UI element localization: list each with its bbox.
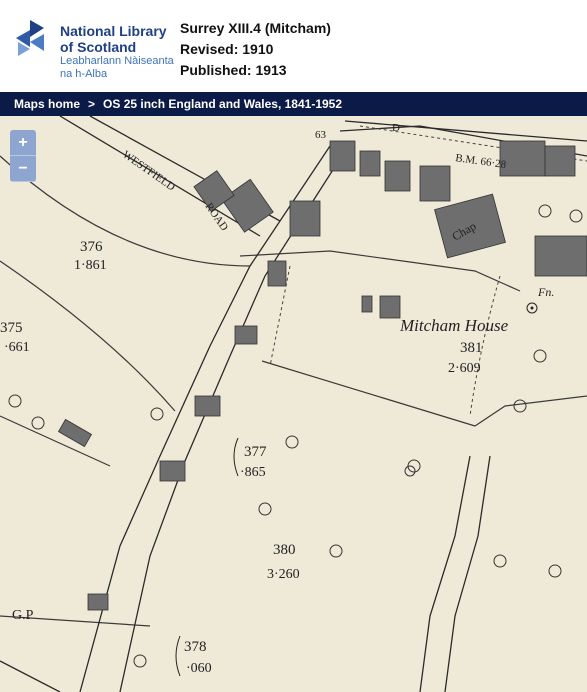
parcel-number: 378 <box>184 639 207 655</box>
house-number-label: 63 <box>315 129 327 141</box>
tree-symbol <box>8 394 22 408</box>
field-boundary <box>0 260 176 412</box>
benchmark-label: B.M. 66·28 <box>455 152 508 171</box>
tree-symbol <box>285 435 299 449</box>
parcel-bracket <box>175 635 181 677</box>
revised-date: Revised: 1910 <box>180 41 274 57</box>
fountain-label: Fn. <box>537 285 554 299</box>
parcel-area: 3·260 <box>267 567 300 582</box>
road-edge <box>444 455 491 692</box>
tree-symbol <box>150 407 164 421</box>
letter-label: D <box>392 122 400 134</box>
building <box>159 460 186 482</box>
tree-symbol <box>258 502 272 516</box>
building <box>384 160 411 192</box>
building <box>267 260 287 287</box>
logo-text-line2: of Scotland <box>60 39 137 55</box>
parcel-number: 375 <box>0 320 23 336</box>
tree-symbol <box>31 416 45 430</box>
tree-symbol <box>533 349 547 363</box>
map-viewer[interactable]: WESTFIELD ROAD B.M. 66·28 63 D Chap Fn. … <box>0 116 587 692</box>
building <box>329 140 356 172</box>
fountain-icon-dot <box>530 306 534 310</box>
building <box>194 395 221 417</box>
parcel-number: 380 <box>273 542 296 558</box>
building <box>57 418 93 448</box>
logo-text-line4: na h-Alba <box>60 68 108 80</box>
building <box>361 295 373 313</box>
tree-symbol <box>569 209 583 223</box>
gp-label: G.P <box>12 608 34 623</box>
tree-symbol <box>513 399 527 413</box>
building <box>234 325 258 345</box>
parcel-bracket <box>233 437 239 477</box>
road-edge <box>344 120 587 142</box>
nls-logo-icon <box>16 20 44 56</box>
logo-text-line3: Leabharlann Nàiseanta <box>60 55 174 67</box>
breadcrumb: Maps home > OS 25 inch England and Wales… <box>0 92 587 116</box>
field-boundary <box>474 395 587 427</box>
road-edge <box>419 455 471 692</box>
parcel-area: ·060 <box>186 661 212 676</box>
sheet-info: Surrey XIII.4 (Mitcham) Revised: 1910 Pu… <box>180 18 331 81</box>
building <box>534 235 587 277</box>
tree-symbol <box>329 544 343 558</box>
zoom-out-button[interactable]: − <box>10 156 36 182</box>
building <box>87 593 109 611</box>
parcel-number: 377 <box>244 444 267 460</box>
building <box>419 165 451 202</box>
parcel-area: ·865 <box>240 465 266 480</box>
map-canvas[interactable]: WESTFIELD ROAD B.M. 66·28 63 D Chap Fn. … <box>0 116 587 692</box>
building <box>379 295 401 319</box>
mitcham-house-label: Mitcham House <box>399 316 509 335</box>
zoom-control: + − <box>10 130 36 182</box>
field-boundary <box>0 415 111 467</box>
breadcrumb-maps-home[interactable]: Maps home <box>14 92 80 116</box>
building <box>289 200 321 237</box>
building <box>544 145 576 177</box>
tree-symbol <box>133 654 147 668</box>
site-header: National Library of Scotland Leabharlann… <box>0 0 587 92</box>
parcel-area: ·661 <box>4 340 30 355</box>
zoom-in-button[interactable]: + <box>10 130 36 156</box>
building <box>359 150 381 177</box>
road-edge <box>0 660 61 692</box>
parcel-area: 2·609 <box>448 361 481 376</box>
nls-logo[interactable]: National Library of Scotland Leabharlann… <box>14 18 174 80</box>
breadcrumb-separator: > <box>88 97 96 111</box>
published-date: Published: 1913 <box>180 62 287 78</box>
field-boundary <box>261 360 476 427</box>
westfield-label: WESTFIELD <box>120 149 177 194</box>
parcel-number: 376 <box>80 239 103 255</box>
tree-symbol <box>493 554 507 568</box>
parcel-area: 1·861 <box>74 258 107 273</box>
tree-symbol <box>548 564 562 578</box>
logo-text-line1: National Library <box>60 23 167 39</box>
sheet-title: Surrey XIII.4 (Mitcham) <box>180 20 331 36</box>
breadcrumb-series[interactable]: OS 25 inch England and Wales, 1841-1952 <box>103 92 342 116</box>
tree-symbol <box>538 204 552 218</box>
parcel-number: 381 <box>460 340 483 356</box>
